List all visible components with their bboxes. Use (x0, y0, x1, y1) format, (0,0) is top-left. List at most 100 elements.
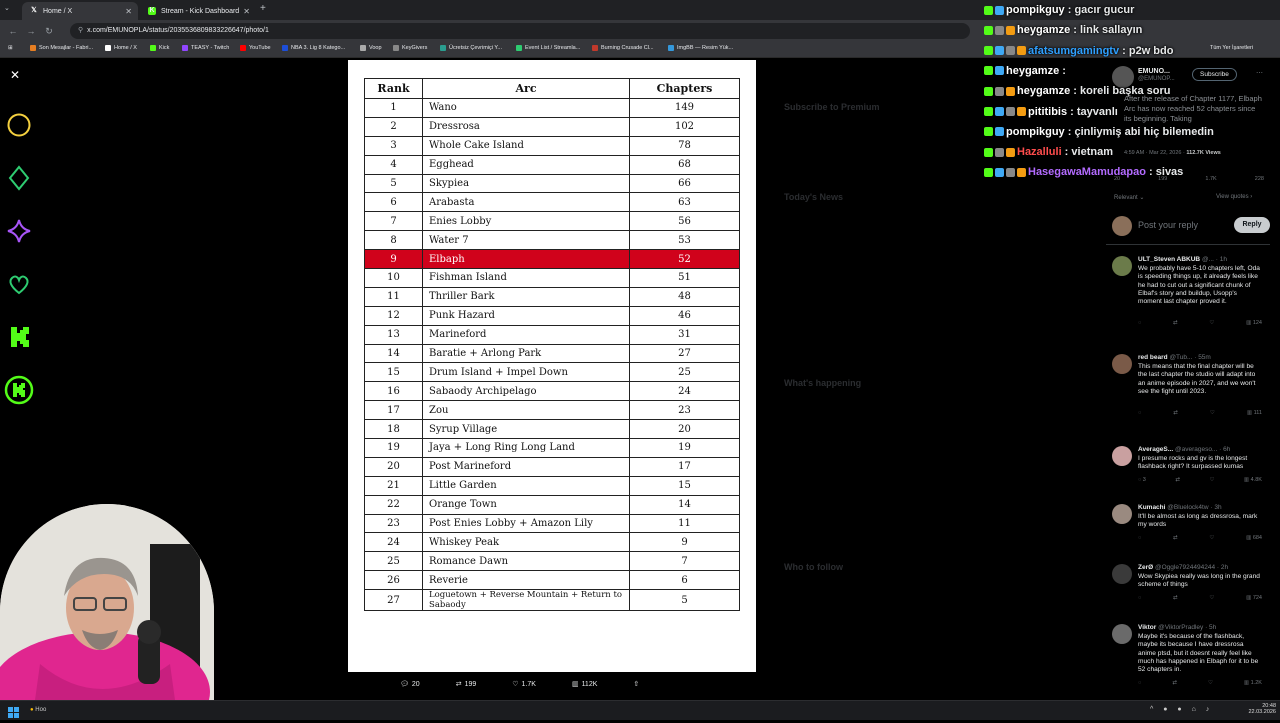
chat-text: gacır gucur (1074, 4, 1135, 16)
repost-icon[interactable]: ⇄ (1175, 477, 1180, 483)
bookmark-item[interactable]: Son Mesajlar - Fabri... (30, 45, 93, 51)
table-cell: 20 (629, 419, 740, 440)
chat-username[interactable]: heygamze (1006, 65, 1059, 77)
bookmark-item[interactable]: Event List / Streamla... (516, 45, 580, 51)
table-row: 10 Fishman Island 51 (364, 268, 740, 288)
repost-icon[interactable]: ⇄ (1173, 595, 1178, 601)
views-action[interactable]: ▥ 112K (572, 680, 597, 689)
bookmark-item[interactable]: KeyGivers (393, 45, 427, 51)
avatar[interactable] (1112, 504, 1132, 524)
windows-start-icon[interactable] (8, 705, 19, 718)
sort-dropdown[interactable]: Relevant ⌄ (1114, 194, 1144, 201)
bookmark-item[interactable]: Voop (360, 45, 382, 51)
views-icon[interactable]: ▥ 124 (1246, 320, 1262, 326)
reply-icon: 💬︎ (400, 681, 409, 688)
reply-icon[interactable]: ◌ (1138, 680, 1141, 686)
apps-icon[interactable]: ⊞ (8, 45, 13, 51)
chat-username[interactable]: pompikguy (1006, 4, 1065, 16)
chat-badge-icon (1017, 46, 1026, 56)
avatar[interactable] (1112, 564, 1132, 584)
avatar[interactable] (1112, 256, 1132, 276)
site-info-icon[interactable]: ⚲ (78, 27, 83, 34)
chat-message: heygamze : (984, 61, 1069, 81)
system-tray-icons[interactable]: ^ ● ● ⌂ ♪ (1150, 706, 1213, 713)
bookmark-item[interactable]: Burning Crusade Cl... (592, 45, 654, 51)
reload-icon[interactable]: ↻ (42, 24, 56, 38)
reply-author[interactable]: red beard @Tub... · 55m (1138, 354, 1268, 361)
table-row: 21 Little Garden 15 (364, 475, 740, 496)
chat-badge-icon (995, 147, 1004, 157)
table-cell: Thriller Bark (422, 286, 630, 307)
like-icon[interactable]: ♡ (1208, 680, 1213, 686)
view-quotes-link[interactable]: View quotes › (1216, 194, 1252, 200)
chat-username[interactable]: heygamze (1017, 85, 1070, 97)
tab-search-icon[interactable]: ⌄ (4, 4, 10, 12)
views-icon[interactable]: ▥ 724 (1246, 595, 1262, 601)
back-icon[interactable]: ← (6, 24, 20, 38)
reply-icon[interactable]: ◌ (1138, 320, 1141, 326)
close-icon[interactable]: ✕ (125, 7, 132, 16)
bookmark-item[interactable]: NBA 3. Lig 8 Katego... (282, 45, 345, 51)
reply-button[interactable]: Reply (1234, 217, 1270, 233)
reply-icon[interactable]: ◌ (1138, 595, 1141, 601)
avatar[interactable] (1112, 354, 1132, 374)
bookmark-item[interactable]: Kick (150, 45, 169, 51)
views-icon[interactable]: ▥ 684 (1246, 535, 1262, 541)
clock[interactable]: 20:48 22.03.2026 (1236, 703, 1276, 715)
table-cell: 20 (364, 456, 423, 477)
chat-username[interactable]: afatsumgamingtv (1028, 45, 1119, 57)
bookmark-item[interactable]: YouTube (240, 45, 271, 51)
reply-action[interactable]: 💬︎ 20 (400, 680, 420, 689)
avatar[interactable] (1112, 624, 1132, 644)
url-bar[interactable]: ⚲ x.com/EMUNOPLA/status/20355368098332266… (70, 23, 970, 39)
like-action[interactable]: ♡ 1.7K (512, 680, 536, 689)
reply-icon[interactable]: ◌ (1138, 535, 1141, 541)
bookmark-item[interactable]: Ücretsiz Çevrimiçi Y... (440, 45, 502, 51)
reply-author[interactable]: Kumachi @Bluelock4tw · 3h (1138, 504, 1268, 511)
reply-input[interactable]: Post your reply (1138, 220, 1198, 230)
reply-author[interactable]: ZerØ @Oggle7924494244 · 2h (1138, 564, 1268, 571)
chat-username[interactable]: Hazalluli (1017, 146, 1062, 158)
table-cell: Post Marineford (422, 456, 630, 477)
chrome-taskbar-app[interactable]: ● Hoo (30, 704, 70, 717)
bookmark-item[interactable]: Home / X (105, 45, 137, 51)
reply-author[interactable]: AverageS... @averageso... · 6h (1138, 446, 1268, 453)
repost-icon[interactable]: ⇄ (1173, 535, 1178, 541)
repost-action[interactable]: ⇄ 199 (456, 680, 477, 689)
tab-home-x[interactable]: 𝕏 Home / X ✕ (22, 2, 138, 20)
reply-icon[interactable]: ◌ 3 (1138, 477, 1146, 483)
like-icon[interactable]: ♡ (1209, 320, 1214, 326)
chat-text: çinliymiş abi hiç bilemedin (1074, 125, 1214, 138)
diamond-icon (4, 163, 34, 193)
bookmark-item[interactable]: ImgBB — Resim Yük... (668, 45, 733, 51)
reply-actions: ◌ ⇄ ♡ ▥ 724 (1138, 595, 1262, 601)
table-cell: 3 (364, 135, 423, 156)
like-icon[interactable]: ♡ (1209, 535, 1214, 541)
repost-icon[interactable]: ⇄ (1172, 680, 1177, 686)
reply-icon[interactable]: ◌ (1138, 410, 1141, 416)
share-icon[interactable]: ⇧ (633, 680, 639, 688)
divider (1106, 244, 1270, 245)
reply-author[interactable]: Viktor @ViktorPradley · 5h (1138, 624, 1268, 631)
views-icon[interactable]: ▥ 111 (1247, 410, 1262, 416)
views-icon[interactable]: ▥ 1.2K (1244, 680, 1262, 686)
tab-kick-dashboard[interactable]: K Stream - Kick Dashboard ✕ (140, 2, 256, 20)
reply-author[interactable]: ULT_Steven ABKUB @... · 1h (1138, 256, 1268, 263)
views-icon[interactable]: ▥ 4.8K (1244, 477, 1262, 483)
new-tab-button[interactable]: + (260, 3, 266, 14)
close-icon[interactable]: ✕ (243, 7, 250, 16)
repost-icon[interactable]: ⇄ (1173, 320, 1178, 326)
forward-icon[interactable]: → (24, 24, 38, 38)
table-cell: 23 (364, 513, 423, 534)
bookmark-item[interactable]: TEASY - Twitch (182, 45, 229, 51)
chat-username[interactable]: pititibis (1028, 106, 1067, 118)
chat-username[interactable]: HasegawaMamudapao (1028, 166, 1146, 178)
like-icon[interactable]: ♡ (1209, 477, 1214, 483)
chat-username[interactable]: heygamze (1017, 24, 1070, 36)
like-icon[interactable]: ♡ (1210, 410, 1215, 416)
close-viewer-icon[interactable]: ✕ (10, 68, 20, 82)
chat-username[interactable]: pompikguy (1006, 126, 1065, 138)
repost-icon[interactable]: ⇄ (1173, 410, 1178, 416)
avatar[interactable] (1112, 446, 1132, 466)
like-icon[interactable]: ♡ (1209, 595, 1214, 601)
